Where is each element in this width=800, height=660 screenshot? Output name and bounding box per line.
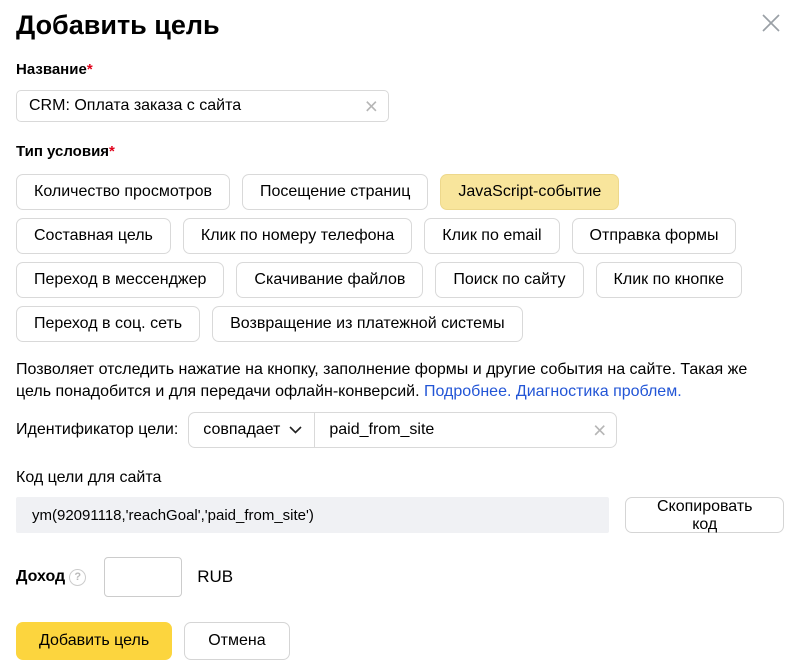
goal-identifier-input[interactable] [329, 421, 587, 439]
required-asterisk: * [87, 61, 93, 78]
condition-type-label: Тип условия* [16, 143, 784, 160]
goal-code-snippet: ym(92091118,'reachGoal','paid_from_site'… [16, 497, 609, 533]
help-icon[interactable]: ? [69, 569, 86, 586]
goal-identifier-row: Идентификатор цели: совпадает × [16, 412, 784, 448]
condition-type-chip[interactable]: Клик по кнопке [596, 262, 743, 298]
goal-name-input[interactable] [29, 97, 359, 115]
match-condition-value: совпадает [203, 421, 280, 439]
goal-identifier-input-wrap: × [314, 412, 617, 448]
condition-type-chip[interactable]: Отправка формы [572, 218, 737, 254]
condition-type-chip[interactable]: Количество просмотров [16, 174, 230, 210]
clear-identifier-icon[interactable]: × [593, 419, 606, 442]
condition-type-chip[interactable]: Составная цель [16, 218, 171, 254]
match-condition-select[interactable]: совпадает [188, 412, 315, 448]
description-text: Позволяет отследить нажатие на кнопку, з… [16, 359, 784, 403]
revenue-input[interactable] [104, 557, 182, 597]
revenue-label: Доход [16, 568, 65, 586]
goal-identifier-label: Идентификатор цели: [16, 421, 178, 439]
condition-type-chip[interactable]: JavaScript-событие [440, 174, 619, 210]
revenue-row: Доход ? RUB [16, 557, 784, 597]
condition-type-chip[interactable]: Скачивание файлов [236, 262, 423, 298]
copy-code-button[interactable]: Скопировать код [625, 497, 784, 533]
currency-label: RUB [197, 567, 233, 587]
link-more[interactable]: Подробнее. [424, 383, 511, 400]
add-goal-dialog: Добавить цель Название* × Тип условия* К… [0, 0, 800, 660]
name-field-label: Название* [16, 61, 784, 78]
goal-code-row: ym(92091118,'reachGoal','paid_from_site'… [16, 497, 784, 533]
clear-name-icon[interactable]: × [365, 95, 378, 118]
condition-type-chip[interactable]: Переход в соц. сеть [16, 306, 200, 342]
required-asterisk: * [109, 143, 115, 160]
condition-type-chip[interactable]: Возвращение из платежной системы [212, 306, 522, 342]
condition-type-chip[interactable]: Переход в мессенджер [16, 262, 224, 298]
add-goal-button[interactable]: Добавить цель [16, 622, 172, 660]
goal-code-label: Код цели для сайта [16, 469, 784, 487]
condition-type-chip[interactable]: Клик по номеру телефона [183, 218, 412, 254]
condition-type-chip[interactable]: Поиск по сайту [435, 262, 583, 298]
chevron-down-icon [289, 426, 302, 434]
close-button[interactable] [758, 10, 784, 36]
condition-type-chip[interactable]: Клик по email [424, 218, 559, 254]
condition-type-chip-list: Количество просмотров Посещение страниц … [16, 174, 784, 342]
close-icon [760, 12, 782, 34]
page-title: Добавить цель [16, 10, 784, 40]
cancel-button[interactable]: Отмена [184, 622, 289, 660]
dialog-actions: Добавить цель Отмена [16, 622, 784, 660]
goal-name-input-wrap: × [16, 90, 389, 122]
link-diagnostics[interactable]: Диагностика проблем. [516, 383, 682, 400]
condition-type-chip[interactable]: Посещение страниц [242, 174, 428, 210]
